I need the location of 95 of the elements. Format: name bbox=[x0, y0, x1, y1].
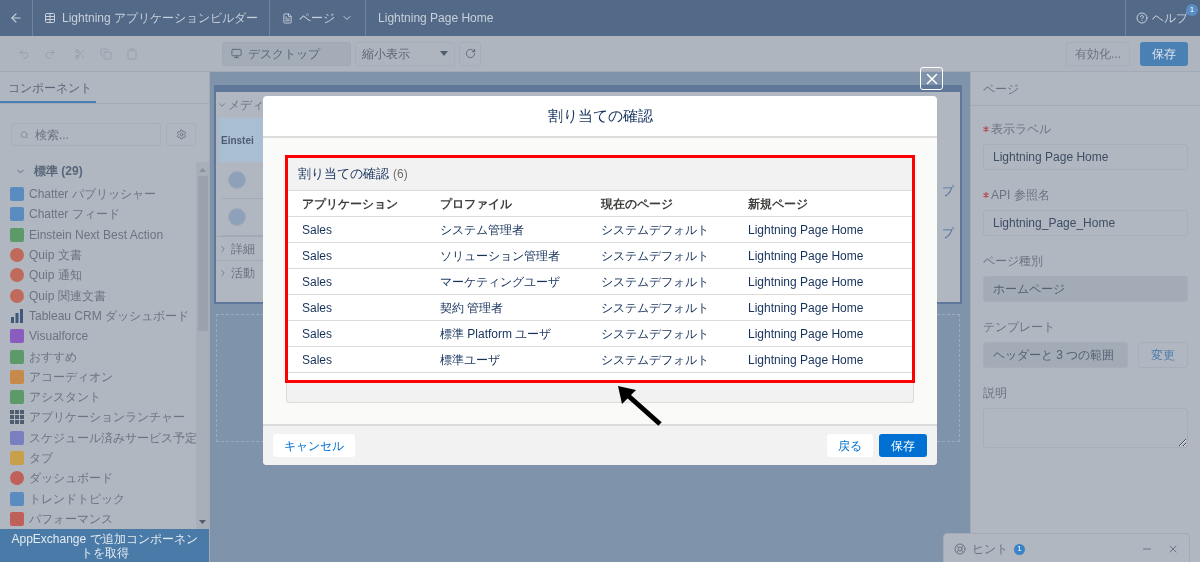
table-cell-text: システムデフォルト bbox=[601, 299, 710, 317]
table-cell-text: 標準ユーザ bbox=[440, 351, 501, 369]
table-cell-text: システム管理者 bbox=[440, 221, 525, 239]
component-item[interactable]: Quip 通知 bbox=[29, 266, 82, 285]
cancel-button[interactable]: キャンセル bbox=[273, 434, 355, 457]
table-cell-text: システムデフォルト bbox=[601, 273, 710, 291]
component-item[interactable]: Chatter フィード bbox=[29, 205, 120, 224]
field-label: 説明 bbox=[983, 385, 1007, 402]
panel-header: ページ bbox=[971, 72, 1200, 106]
section-title: 活動 bbox=[231, 264, 255, 282]
table-cell-text: システムデフォルト bbox=[601, 351, 710, 369]
table-cell-text: Lightning Page Home bbox=[748, 325, 865, 343]
hint-label: ヒント bbox=[972, 541, 1008, 558]
component-item[interactable]: アシスタント bbox=[29, 388, 101, 407]
save-button[interactable]: 保存 bbox=[1140, 41, 1188, 66]
component-item[interactable]: Tableau CRM ダッシュボード bbox=[29, 306, 190, 325]
chevron-down-icon bbox=[217, 100, 227, 110]
text-field[interactable]: Lightning Page Home bbox=[983, 144, 1188, 170]
table-cell-text: マーケティングユーザ bbox=[440, 273, 561, 291]
column-header: Einstei bbox=[221, 133, 254, 148]
scroll-down-icon[interactable] bbox=[199, 520, 206, 524]
close-icon[interactable] bbox=[1167, 543, 1179, 555]
column-header: 現在のページ bbox=[601, 195, 674, 213]
settings-button[interactable] bbox=[166, 123, 196, 146]
scrollbar[interactable] bbox=[196, 162, 209, 529]
table-cell-text: システムデフォルト bbox=[601, 325, 710, 343]
table-cell-text: ソリューション管理者 bbox=[440, 247, 561, 265]
field-label: テンプレート bbox=[983, 319, 1055, 336]
component-item[interactable]: Quip 文書 bbox=[29, 246, 82, 265]
component-item[interactable]: Chatter パブリッシャー bbox=[29, 185, 156, 204]
table-cell-text: Lightning Page Home bbox=[748, 299, 865, 317]
card-title: 割り当ての確認 bbox=[298, 165, 389, 184]
page-menu[interactable]: ページ bbox=[270, 0, 366, 36]
back-button[interactable]: 戻る bbox=[827, 434, 873, 457]
component-item[interactable]: スケジュール済みサービス予定 bbox=[29, 428, 196, 447]
column-header: プロファイル bbox=[440, 195, 513, 213]
text-area[interactable] bbox=[983, 408, 1188, 448]
component-item[interactable]: Visualforce bbox=[29, 327, 89, 346]
table-cell-text: システムデフォルト bbox=[601, 247, 710, 265]
component-item[interactable]: Quip 関連文書 bbox=[29, 286, 106, 305]
component-item[interactable]: アプリケーションランチャー bbox=[29, 408, 185, 427]
component-item[interactable]: ダッシュボード bbox=[29, 469, 113, 488]
column-header: 新規ページ bbox=[748, 195, 809, 213]
link-fragment: プ bbox=[942, 183, 954, 200]
notification-badge: 1 bbox=[1186, 4, 1198, 16]
field-label: 表示ラベル bbox=[991, 121, 1051, 138]
table-icon bbox=[44, 12, 56, 24]
refresh-button[interactable] bbox=[459, 41, 481, 66]
close-button[interactable] bbox=[920, 67, 943, 90]
table-cell-text: Sales bbox=[302, 247, 334, 265]
search-field[interactable]: 検索... bbox=[11, 123, 161, 146]
chevron-right-icon bbox=[218, 243, 228, 254]
component-item[interactable]: タブ bbox=[29, 449, 53, 467]
table-cell-text: システムデフォルト bbox=[601, 221, 710, 239]
search-input[interactable]: 検索... bbox=[34, 125, 152, 144]
link-fragment: プ bbox=[942, 225, 954, 242]
zoom-select[interactable]: 縮小表示 bbox=[355, 41, 455, 66]
component-item[interactable]: トレンドトピック bbox=[29, 489, 125, 508]
table-cell-text: Lightning Page Home bbox=[748, 273, 865, 291]
column-header: アプリケーション bbox=[302, 195, 399, 213]
table-cell-text: Sales bbox=[302, 273, 334, 291]
lifebuoy-icon bbox=[954, 543, 966, 555]
count-badge: 1 bbox=[1014, 543, 1025, 555]
table-cell-text: Lightning Page Home bbox=[748, 247, 865, 265]
chevron-right-icon bbox=[218, 267, 228, 278]
search-icon bbox=[20, 129, 29, 140]
table-cell-text: Sales bbox=[302, 299, 334, 317]
text-field[interactable]: Lightning_Page_Home bbox=[983, 210, 1188, 236]
settings-icon bbox=[175, 129, 187, 140]
section-toggle[interactable]: 標準 (29) bbox=[0, 162, 196, 180]
appexchange-button[interactable]: AppExchange で追加コンポーネントを取得 bbox=[0, 529, 209, 562]
save-button[interactable]: 保存 bbox=[879, 434, 927, 457]
refresh-icon bbox=[464, 48, 476, 59]
app-title: Lightning アプリケーションビルダー bbox=[62, 10, 259, 27]
table-cell-text: 契約 管理者 bbox=[440, 299, 505, 317]
component-item[interactable]: おすすめ bbox=[29, 347, 77, 366]
table-cell-text: Sales bbox=[302, 351, 334, 369]
component-item[interactable]: Einstein Next Best Action bbox=[29, 225, 164, 244]
components-tab[interactable]: コンポーネント bbox=[0, 75, 96, 103]
document-icon bbox=[282, 12, 294, 24]
field-label: API 参照名 bbox=[991, 187, 1050, 204]
table-cell-text: Sales bbox=[302, 221, 334, 239]
table-cell-text: Sales bbox=[302, 325, 334, 343]
monitor-icon bbox=[231, 48, 242, 59]
table-cell-text: Lightning Page Home bbox=[748, 221, 865, 239]
table-cell-text: 標準 Platform ユーザ bbox=[440, 325, 553, 343]
table-cell-text: Lightning Page Home bbox=[748, 351, 865, 369]
page-name: Lightning Page Home bbox=[377, 10, 495, 27]
help-icon bbox=[1136, 12, 1148, 24]
field-label: ページ種別 bbox=[983, 253, 1043, 270]
arrow-annotation bbox=[616, 384, 663, 426]
device-select[interactable]: デスクトップ bbox=[222, 41, 351, 66]
record-count: (6) bbox=[393, 166, 408, 183]
section-title: 詳細 bbox=[231, 240, 255, 258]
dropdown-triangle-icon bbox=[440, 51, 448, 56]
